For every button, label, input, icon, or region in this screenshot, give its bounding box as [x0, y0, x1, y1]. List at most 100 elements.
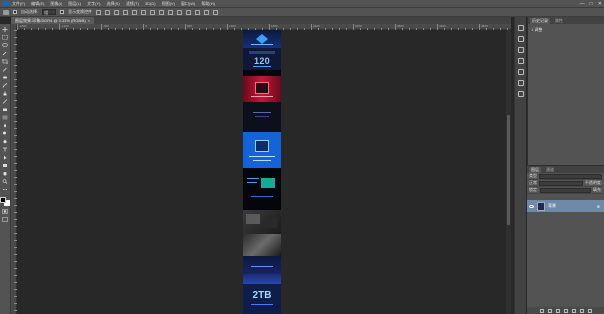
healing-brush-tool-icon[interactable]: [2, 75, 8, 80]
distribute-top-icon[interactable]: [150, 9, 156, 15]
screen-mode-icon[interactable]: [2, 217, 8, 222]
scrollbar-thumb[interactable]: [507, 115, 510, 225]
menu-file[interactable]: 文件(F): [12, 1, 25, 7]
align-center-icon[interactable]: [132, 9, 138, 15]
history-panel-icon[interactable]: [517, 25, 524, 31]
gradient-tool-icon[interactable]: [2, 115, 8, 120]
distribute-left-icon[interactable]: [177, 9, 183, 15]
tab-channels[interactable]: 通道: [544, 167, 556, 173]
canvas-vertical-scrollbar[interactable]: [506, 30, 511, 314]
paragraph-panel-icon[interactable]: [517, 69, 524, 75]
layer-style-icon[interactable]: [547, 308, 552, 313]
banner-blue-segment: [243, 132, 281, 168]
clone-stamp-tool-icon[interactable]: [2, 91, 8, 96]
layer-kind-dropdown[interactable]: [539, 173, 602, 179]
3d-mode-icon[interactable]: [213, 9, 219, 15]
zoom-tool-icon[interactable]: [2, 179, 8, 184]
panel-icon-strip: [514, 17, 526, 314]
distribute-bottom-icon[interactable]: [168, 9, 174, 15]
menu-type[interactable]: 文字(Y): [87, 1, 100, 7]
color-swatches[interactable]: [0, 197, 10, 206]
maximize-button[interactable]: □: [590, 1, 593, 7]
layers-panel-tabs: 图层 通道: [527, 166, 604, 173]
menu-view[interactable]: 视图(V): [162, 1, 175, 7]
document-tab[interactable]: 图层效果-印象/DDR4 @ 3.33% (RGB/8) ×: [11, 17, 95, 24]
foreground-color-swatch[interactable]: [0, 197, 6, 203]
blur-tool-icon[interactable]: [2, 123, 8, 128]
menu-select[interactable]: 选择(S): [106, 1, 119, 7]
banner-capacity-segment: 2TB: [243, 284, 281, 314]
ruler-label: 0: [145, 24, 147, 28]
distribute-right-icon[interactable]: [195, 9, 201, 15]
tool-presets-panel-icon[interactable]: [517, 91, 524, 97]
opacity-label: 不透明度:: [584, 180, 602, 185]
adjustments-panel-icon[interactable]: [517, 47, 524, 53]
layer-kind-label: 类型: [529, 173, 537, 178]
tab-history[interactable]: 历史记录: [530, 18, 550, 24]
lock-options[interactable]: [540, 187, 591, 193]
tab-properties[interactable]: 属性: [553, 18, 565, 24]
align-top-icon[interactable]: [96, 9, 102, 15]
properties-panel-icon[interactable]: [517, 36, 524, 42]
adjustment-layer-icon[interactable]: [563, 308, 568, 313]
crop-tool-icon[interactable]: [2, 59, 8, 64]
menu-image[interactable]: 图像(I): [50, 1, 62, 7]
layer-row-background[interactable]: 背景 ⊕: [527, 200, 604, 212]
close-window-button[interactable]: ✕: [598, 1, 602, 7]
move-tool-preset-icon[interactable]: [3, 9, 9, 15]
menu-filter[interactable]: 滤镜(T): [126, 1, 139, 7]
ruler-label: -1800: [19, 24, 27, 28]
brush-tool-icon[interactable]: [2, 83, 8, 88]
history-entry[interactable]: 1 调整: [531, 27, 542, 32]
quick-select-tool-icon[interactable]: [2, 51, 8, 56]
visibility-eye-icon[interactable]: [529, 204, 534, 208]
minimize-button[interactable]: —: [580, 1, 585, 7]
lasso-tool-icon[interactable]: [2, 43, 8, 48]
document-tab-title: 图层效果-印象/DDR4 @ 3.33% (RGB/8): [15, 17, 86, 23]
eyedropper-tool-icon[interactable]: [2, 67, 8, 72]
link-layers-icon[interactable]: [539, 308, 544, 313]
auto-select-checkbox[interactable]: [13, 10, 17, 14]
show-transform-checkbox[interactable]: [60, 10, 65, 14]
path-selection-tool-icon[interactable]: [2, 155, 8, 160]
marquee-tool-icon[interactable]: [2, 35, 8, 40]
toolbox: [0, 24, 11, 314]
type-tool-icon[interactable]: [2, 147, 8, 152]
menu-window[interactable]: 窗口(W): [181, 1, 195, 7]
move-tool-icon[interactable]: [2, 27, 8, 32]
layers-panel: 图层 通道 类型 正常 不透明度: 锁定: 填充: 背景 ⊕: [527, 165, 604, 314]
auto-select-dropdown[interactable]: 组: [42, 9, 57, 15]
align-left-icon[interactable]: [123, 9, 129, 15]
banner-photo-segment-1: [243, 210, 281, 234]
brush-panel-icon[interactable]: [517, 80, 524, 86]
layer-name[interactable]: 背景: [548, 203, 556, 209]
menu-help[interactable]: 帮助(H): [201, 1, 215, 7]
close-tab-icon[interactable]: ×: [88, 18, 90, 23]
lock-row: 锁定: 填充:: [527, 187, 604, 194]
align-right-icon[interactable]: [141, 9, 147, 15]
menu-3d[interactable]: 3D(D): [145, 1, 156, 6]
delete-layer-icon[interactable]: [587, 308, 592, 313]
blend-mode-dropdown[interactable]: 正常: [529, 180, 537, 186]
distribute-center-icon[interactable]: [186, 9, 192, 15]
align-bottom-icon[interactable]: [114, 9, 120, 15]
dodge-tool-icon[interactable]: [2, 131, 8, 136]
menu-layer[interactable]: 图层(L): [68, 1, 81, 7]
character-panel-icon[interactable]: [517, 58, 524, 64]
new-group-icon[interactable]: [571, 308, 576, 313]
distribute-middle-icon[interactable]: [159, 9, 165, 15]
auto-align-icon[interactable]: [204, 9, 210, 15]
blend-mode-select[interactable]: [539, 180, 583, 186]
more-tools-icon[interactable]: [2, 187, 8, 192]
add-mask-icon[interactable]: [555, 308, 560, 313]
quick-mask-icon[interactable]: [2, 209, 8, 214]
hand-tool-icon[interactable]: [2, 171, 8, 176]
pen-tool-icon[interactable]: [2, 139, 8, 144]
document-canvas[interactable]: 120 2TB: [243, 30, 281, 314]
new-layer-icon[interactable]: [579, 308, 584, 313]
history-brush-tool-icon[interactable]: [2, 99, 8, 104]
rectangle-tool-icon[interactable]: [2, 163, 8, 168]
menu-edit[interactable]: 编辑(E): [31, 1, 44, 7]
eraser-tool-icon[interactable]: [2, 107, 8, 112]
align-middle-icon[interactable]: [105, 9, 111, 15]
